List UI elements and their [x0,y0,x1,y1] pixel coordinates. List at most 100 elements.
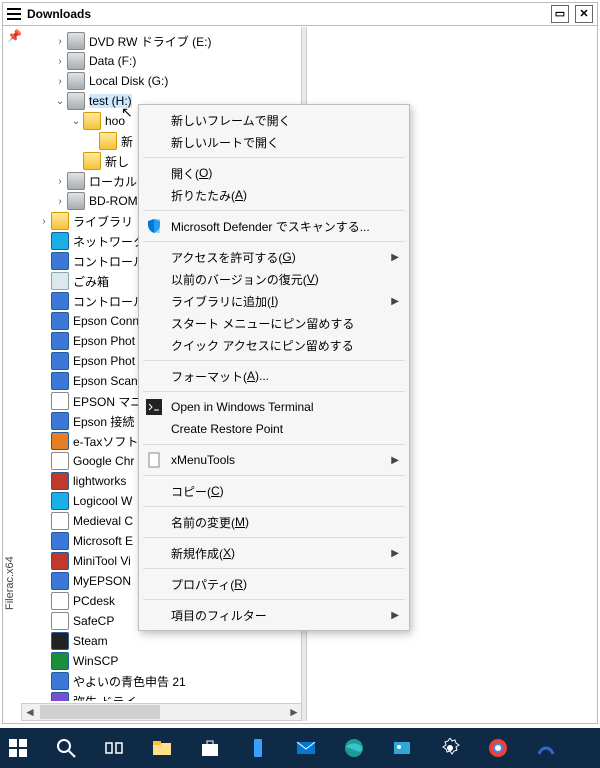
scroll-left-icon[interactable]: ◄ [22,705,38,719]
tree-label: 新 [121,133,133,150]
expand-icon[interactable]: › [53,56,67,67]
submenu-arrow-icon: ▶ [391,548,399,559]
menu-item[interactable]: 名前の変更(M) [141,511,407,533]
tree-label: 新し [105,153,129,170]
menu-separator [143,568,405,569]
store-icon[interactable] [198,736,222,760]
menu-separator [143,157,405,158]
menu-separator [143,391,405,392]
tree-label: Microsoft E [73,534,133,548]
titlebar: Downloads ▭ ✕ [3,3,597,26]
scroll-thumb[interactable] [40,705,160,719]
tree-label: ローカル [89,173,137,190]
tree-row[interactable]: › Local Disk (G:) [21,71,303,91]
tree-row[interactable]: やよいの青色申告 21 [21,671,303,691]
folder-icon [83,152,101,170]
tree-row[interactable]: WinSCP [21,651,303,671]
hamburger-icon[interactable] [7,8,21,20]
folder-icon [83,112,101,130]
app-icon [51,652,69,670]
app-icon [51,492,69,510]
app-icon [51,552,69,570]
close-button[interactable]: ✕ [575,5,593,23]
submenu-arrow-icon: ▶ [391,296,399,307]
tree-row[interactable]: ›DVD RW ドライブ (E:) [21,31,303,51]
expand-icon[interactable]: ⌄ [69,116,83,127]
menu-item[interactable]: 新しいルートで開く [141,131,407,153]
tree-label: WinSCP [73,654,118,668]
submenu-arrow-icon: ▶ [391,252,399,263]
expand-icon[interactable]: ⌄ [53,96,67,107]
start-button[interactable] [6,736,30,760]
expand-icon[interactable]: › [53,196,67,207]
app-icon [51,472,69,490]
menu-item[interactable]: プロパティ(R) [141,573,407,595]
menu-item[interactable]: アクセスを許可する(G)▶ [141,246,407,268]
submenu-arrow-icon: ▶ [391,455,399,466]
search-icon[interactable] [54,736,78,760]
app-icon [51,252,69,270]
menu-item[interactable]: Create Restore Point [141,418,407,440]
explorer-icon[interactable] [150,736,174,760]
menu-item[interactable]: 折りたたみ(A) [141,184,407,206]
tree-label: MyEPSON [73,574,131,588]
settings-icon[interactable] [438,736,462,760]
tree-label: やよいの青色申告 21 [73,673,186,690]
menu-item[interactable]: 開く(O) [141,162,407,184]
chrome-icon[interactable] [486,736,510,760]
minimize-button[interactable]: ▭ [551,5,569,23]
bin-icon [51,272,69,290]
mail-icon[interactable] [294,736,318,760]
expand-icon[interactable]: › [53,76,67,87]
app-icon [51,532,69,550]
menu-item[interactable]: 新規作成(X)▶ [141,542,407,564]
terminal-icon [146,399,162,415]
menu-separator [143,506,405,507]
disk-icon [67,172,85,190]
pin-icon[interactable]: 📌 [7,29,22,43]
app-icon [51,692,69,701]
app-icon [51,572,69,590]
app-icon[interactable] [534,736,558,760]
menu-item[interactable]: Microsoft Defender でスキャンする... [141,215,407,237]
edge-icon[interactable] [342,736,366,760]
folder-icon [99,132,117,150]
app-icon [51,672,69,690]
menu-item[interactable]: 項目のフィルター▶ [141,604,407,626]
menu-separator [143,210,405,211]
disk-icon [67,32,85,50]
taskview-icon[interactable] [102,736,126,760]
disk-icon [67,192,85,210]
phone-icon[interactable] [246,736,270,760]
tree-label: Epson Phot [73,354,135,368]
menu-item[interactable]: クイック アクセスにピン留めする [141,334,407,356]
expand-icon[interactable]: › [53,36,67,47]
horizontal-scrollbar[interactable]: ◄ ► [21,703,303,721]
tree-label: 弥生 ドライ [73,693,136,702]
menu-separator [143,444,405,445]
expand-icon[interactable]: › [53,176,67,187]
menu-separator [143,475,405,476]
menu-item[interactable]: コピー(C) [141,480,407,502]
tree-label: ライブラリ [73,213,133,230]
photos-icon[interactable] [390,736,414,760]
menu-item[interactable]: Open in Windows Terminal [141,396,407,418]
taskbar [0,728,600,768]
tree-label: lightworks [73,474,126,488]
expand-icon[interactable]: › [37,216,51,227]
submenu-arrow-icon: ▶ [391,610,399,621]
menu-item[interactable]: フォーマット(A)... [141,365,407,387]
tree-row[interactable]: ›Data (F:) [21,51,303,71]
tree-row[interactable]: 弥生 ドライ [21,691,303,701]
tree-row[interactable]: Steam [21,631,303,651]
menu-separator [143,537,405,538]
tree-label: PCdesk [73,594,115,608]
scroll-right-icon[interactable]: ► [286,705,302,719]
menu-item[interactable]: スタート メニューにピン留めする [141,312,407,334]
disk-icon [67,92,85,110]
tree-label: Local Disk (G:) [89,74,168,88]
menu-item[interactable]: 新しいフレームで開く [141,109,407,131]
menu-item[interactable]: xMenuTools▶ [141,449,407,471]
menu-item[interactable]: ライブラリに追加(I)▶ [141,290,407,312]
menu-item[interactable]: 以前のバージョンの復元(V) [141,268,407,290]
